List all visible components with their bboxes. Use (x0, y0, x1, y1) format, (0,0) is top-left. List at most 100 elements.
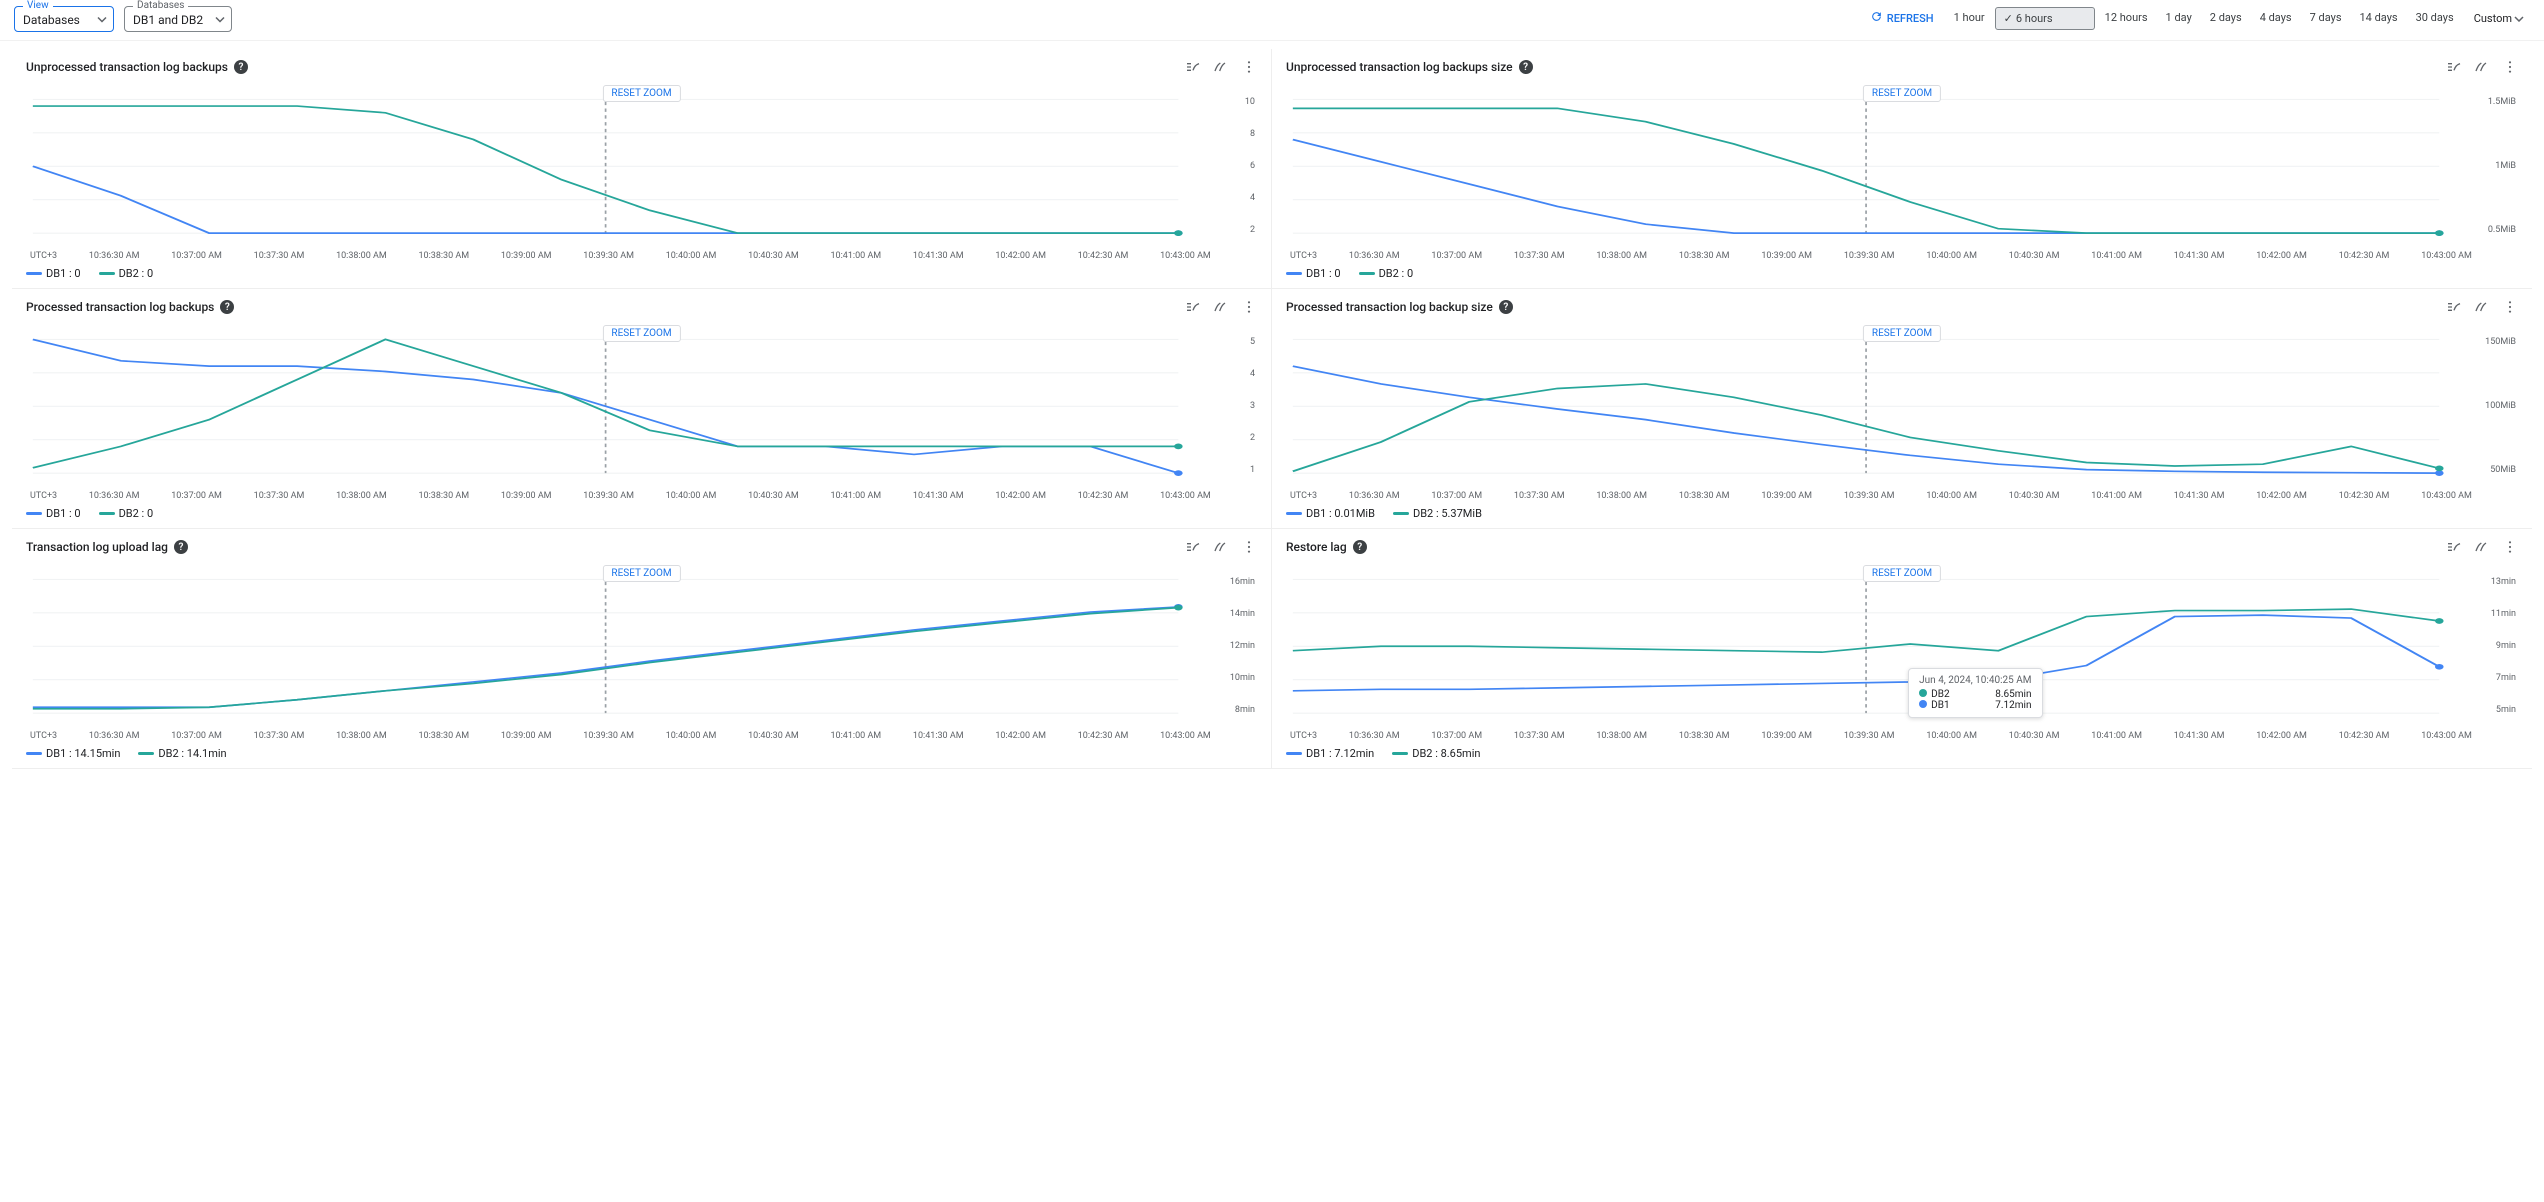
chart-area[interactable]: RESET ZOOM54321 (26, 319, 1257, 489)
legend-toggle-icon[interactable] (1185, 539, 1201, 555)
x-tick: 10:36:30 AM (89, 731, 140, 741)
help-icon[interactable]: ? (1353, 540, 1367, 554)
legend-toggle-icon[interactable] (1185, 59, 1201, 75)
panel-title: Processed transaction log backup size (1286, 300, 1493, 314)
legend-swatch-icon (26, 512, 42, 515)
x-tick: 10:39:30 AM (1844, 491, 1895, 501)
chart-tooltip: Jun 4, 2024, 10:40:25 AMDB28.65minDB17.1… (1908, 668, 2042, 718)
legend-swatch-icon (1392, 752, 1408, 755)
compare-icon[interactable] (1213, 299, 1229, 315)
chart-area[interactable]: RESET ZOOM1.5MiB1MiB0.5MiB (1286, 79, 2518, 249)
range-30-days[interactable]: 30 days (2408, 7, 2462, 30)
y-tick: 12min (1230, 641, 1255, 651)
range-7-days[interactable]: 7 days (2302, 7, 2350, 30)
more-menu-icon[interactable] (1241, 59, 1257, 75)
range-1-hour[interactable]: 1 hour (1946, 7, 1993, 30)
chart-area[interactable]: RESET ZOOM108642 (26, 79, 1257, 249)
legend-toggle-icon[interactable] (2446, 59, 2462, 75)
compare-icon[interactable] (1213, 59, 1229, 75)
more-menu-icon[interactable] (2502, 539, 2518, 555)
more-menu-icon[interactable] (2502, 59, 2518, 75)
view-select[interactable]: View Databases (14, 6, 114, 32)
range-12-hours[interactable]: 12 hours (2097, 7, 2156, 30)
custom-range-button[interactable]: Custom (2468, 8, 2530, 29)
legend-item-db2[interactable]: DB2 : 5.37MiB (1393, 507, 1482, 520)
range-1-day[interactable]: 1 day (2158, 7, 2200, 30)
refresh-icon (1870, 10, 1883, 26)
x-tick: 10:38:00 AM (1596, 251, 1647, 261)
x-tick: 10:40:00 AM (1926, 491, 1977, 501)
x-tick: 10:41:00 AM (2091, 491, 2142, 501)
help-icon[interactable]: ? (220, 300, 234, 314)
legend-item-db1[interactable]: DB1 : 0 (1286, 267, 1341, 280)
more-menu-icon[interactable] (1241, 299, 1257, 315)
legend-item-db2[interactable]: DB2 : 8.65min (1392, 747, 1480, 760)
compare-icon[interactable] (2474, 299, 2490, 315)
help-icon[interactable]: ? (174, 540, 188, 554)
legend-label: DB1 : 14.15min (46, 747, 120, 760)
legend-item-db2[interactable]: DB2 : 0 (99, 267, 154, 280)
legend-label: DB2 : 8.65min (1412, 747, 1480, 760)
compare-icon[interactable] (1213, 539, 1229, 555)
more-menu-icon[interactable] (2502, 299, 2518, 315)
x-tick: 10:41:30 AM (2174, 731, 2225, 741)
reset-zoom-button[interactable]: RESET ZOOM (1863, 85, 1941, 102)
y-tick: 10min (1230, 673, 1255, 683)
x-axis-ticks: UTC+310:36:30 AM10:37:00 AM10:37:30 AM10… (26, 491, 1257, 501)
title-wrap: Processed transaction log backups? (26, 300, 234, 314)
x-tick: 10:38:00 AM (336, 251, 387, 261)
range-label: 1 day (2166, 11, 2192, 24)
chart-panel: Unprocessed transaction log backups? RESE… (12, 49, 1272, 289)
refresh-label: REFRESH (1887, 12, 1934, 25)
more-menu-icon[interactable] (1241, 539, 1257, 555)
legend-item-db1[interactable]: DB1 : 0 (26, 267, 81, 280)
compare-icon[interactable] (2474, 59, 2490, 75)
legend-toggle-icon[interactable] (2446, 539, 2462, 555)
x-tick: 10:42:30 AM (1078, 491, 1129, 501)
refresh-button[interactable]: REFRESH (1864, 6, 1940, 30)
legend-item-db1[interactable]: DB1 : 0.01MiB (1286, 507, 1375, 520)
legend-item-db2[interactable]: DB2 : 0 (99, 507, 154, 520)
range-2-days[interactable]: 2 days (2202, 7, 2250, 30)
title-wrap: Transaction log upload lag? (26, 540, 188, 554)
range-label: 30 days (2416, 11, 2454, 24)
range-6-hours[interactable]: ✓6 hours (1995, 7, 2095, 30)
databases-label: Databases (133, 0, 188, 11)
panel-title: Unprocessed transaction log backups size (1286, 60, 1513, 74)
x-tick: 10:39:30 AM (1844, 251, 1895, 261)
tooltip-row: DB28.65min (1919, 689, 2031, 700)
legend-item-db1[interactable]: DB1 : 0 (26, 507, 81, 520)
databases-select[interactable]: Databases DB1 and DB2 (124, 6, 232, 32)
reset-zoom-button[interactable]: RESET ZOOM (602, 325, 680, 342)
help-icon[interactable]: ? (1519, 60, 1533, 74)
legend-toggle-icon[interactable] (1185, 299, 1201, 315)
y-tick: 5 (1250, 337, 1255, 347)
legend-item-db1[interactable]: DB1 : 14.15min (26, 747, 120, 760)
help-icon[interactable]: ? (234, 60, 248, 74)
x-tick: 10:39:00 AM (501, 251, 552, 261)
x-tick: 10:43:00 AM (1160, 251, 1211, 261)
x-tick: 10:39:00 AM (501, 491, 552, 501)
compare-icon[interactable] (2474, 539, 2490, 555)
range-14-days[interactable]: 14 days (2352, 7, 2406, 30)
legend-item-db1[interactable]: DB1 : 7.12min (1286, 747, 1374, 760)
help-icon[interactable]: ? (1499, 300, 1513, 314)
chart-area[interactable]: RESET ZOOM16min14min12min10min8min (26, 559, 1257, 729)
range-4-days[interactable]: 4 days (2252, 7, 2300, 30)
chart-svg (26, 79, 1257, 249)
x-tick: 10:38:30 AM (1679, 731, 1730, 741)
chart-area[interactable]: RESET ZOOM150MiB100MiB50MiB (1286, 319, 2518, 489)
legend-item-db2[interactable]: DB2 : 14.1min (138, 747, 226, 760)
reset-zoom-button[interactable]: RESET ZOOM (602, 85, 680, 102)
reset-zoom-button[interactable]: RESET ZOOM (1863, 325, 1941, 342)
legend-item-db2[interactable]: DB2 : 0 (1359, 267, 1414, 280)
reset-zoom-button[interactable]: RESET ZOOM (1863, 565, 1941, 582)
legend-label: DB2 : 5.37MiB (1413, 507, 1482, 520)
legend-label: DB1 : 7.12min (1306, 747, 1374, 760)
panel-title: Unprocessed transaction log backups (26, 60, 228, 74)
chart-area[interactable]: RESET ZOOM13min11min9min7min5minJun 4, 2… (1286, 559, 2518, 729)
x-tick: 10:42:00 AM (995, 251, 1046, 261)
reset-zoom-button[interactable]: RESET ZOOM (602, 565, 680, 582)
legend-toggle-icon[interactable] (2446, 299, 2462, 315)
panel-head: Processed transaction log backups? (26, 299, 1257, 315)
